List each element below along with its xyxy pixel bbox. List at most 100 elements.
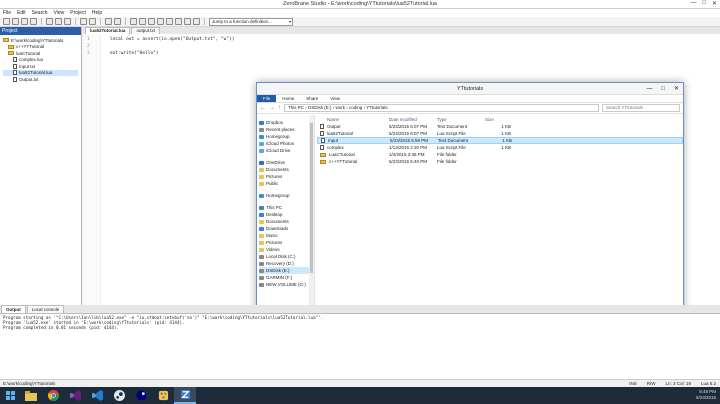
stop-icon[interactable] (148, 18, 155, 25)
nav-item[interactable]: Homegroup (259, 133, 312, 140)
step-over-icon[interactable] (166, 18, 173, 25)
step-out-icon[interactable] (175, 18, 182, 25)
nav-item[interactable]: Videos (259, 246, 312, 253)
file-row[interactable]: c++YTTutorial 5/23/2015 5:40 PM File folde… (317, 158, 683, 165)
file-row[interactable]: Output 5/23/2015 6:07 PM Text Document 1 KB (317, 123, 683, 130)
close-button[interactable]: ✕ (712, 0, 717, 7)
project-tree-item[interactable]: Output.txt (3, 76, 78, 83)
replace-icon[interactable] (114, 18, 121, 25)
file-explorer-icon[interactable] (20, 387, 42, 404)
explorer-close-button[interactable]: ✕ (674, 83, 679, 95)
file-explorer-window: YTtutorials — □ ✕ File Home Share View ←… (256, 82, 684, 322)
save-all-icon[interactable] (30, 18, 37, 25)
file-name-cell: c++YTTutorial (317, 159, 389, 164)
file-row[interactable]: LuaCTutorial 1/4/2015 3:45 PM File folder (317, 151, 683, 158)
nav-item[interactable]: Recent places (259, 126, 312, 133)
nav-item[interactable]: Downloads (259, 225, 312, 232)
forward-arrow-icon[interactable]: → (269, 105, 275, 111)
break-icon[interactable] (184, 18, 191, 25)
output-console[interactable]: Program starting as '"C:\Users\Ian\lib\l… (0, 313, 720, 379)
nav-item[interactable]: DSDisk (E:) (259, 267, 312, 274)
maximize-button[interactable]: □ (702, 0, 706, 7)
new-file-icon[interactable] (3, 18, 10, 25)
column-size[interactable]: Size (485, 117, 515, 122)
nav-item-icon (259, 167, 264, 172)
chrome-icon[interactable] (42, 387, 64, 404)
scrollbar-thumb[interactable] (310, 123, 313, 273)
nav-item[interactable]: Local Disk (C:) (259, 253, 312, 260)
copy-icon[interactable] (55, 18, 62, 25)
menu-view[interactable]: View (54, 10, 65, 16)
step-into-icon[interactable] (157, 18, 164, 25)
cut-icon[interactable] (46, 18, 53, 25)
menu-edit[interactable]: Edit (17, 10, 26, 16)
nav-item[interactable]: Pictures (259, 173, 312, 180)
menu-search[interactable]: Search (32, 10, 48, 16)
nav-item[interactable]: OneDrive (259, 159, 312, 166)
menu-file[interactable]: File (3, 10, 11, 16)
zerobrane-icon[interactable] (174, 387, 196, 404)
address-bar[interactable]: This PC › DSDisk (E:) › work › coding › … (284, 104, 599, 112)
nav-item[interactable]: Documents (259, 166, 312, 173)
nav-item-icon (259, 127, 264, 132)
nav-item[interactable]: Documents (259, 218, 312, 225)
nav-item[interactable]: NEW VOLUME (G:) (259, 281, 312, 288)
menu-help[interactable]: Help (92, 10, 102, 16)
debug-icon[interactable] (139, 18, 146, 25)
lua-icon[interactable] (130, 387, 152, 404)
up-arrow-icon[interactable]: ↑ (278, 105, 281, 111)
redo-icon[interactable] (89, 18, 96, 25)
find-icon[interactable] (105, 18, 112, 25)
save-icon[interactable] (21, 18, 28, 25)
file-list-header: Name Date modified Type Size (317, 115, 683, 123)
file-row[interactable]: complex 1/13/2015 2:30 PM Lua Script File 1… (317, 144, 683, 151)
nav-item[interactable]: GARMIN (F:) (259, 274, 312, 281)
column-date-modified[interactable]: Date modified (389, 117, 437, 122)
ribbon-tab-share[interactable]: Share (300, 95, 324, 102)
nav-item[interactable]: Dropbox (259, 119, 312, 126)
toggle-breakpoint-icon[interactable] (193, 18, 200, 25)
nav-item[interactable]: Homegroup (259, 192, 312, 199)
nav-item[interactable]: Music (259, 232, 312, 239)
nav-item[interactable]: iCloud Photos (259, 140, 312, 147)
explorer-maximize-button[interactable]: □ (661, 83, 665, 95)
ribbon-tab-home[interactable]: Home (276, 95, 300, 102)
tab-output-txt[interactable]: output.txt (131, 27, 160, 34)
paste-icon[interactable] (64, 18, 71, 25)
undo-icon[interactable] (80, 18, 87, 25)
file-date: 5/23/2015 6:07 PM (389, 131, 428, 136)
nav-item[interactable]: Recovery (D:) (259, 260, 312, 267)
run-icon[interactable] (130, 18, 137, 25)
ribbon-tab-view[interactable]: View (324, 95, 346, 102)
open-file-icon[interactable] (12, 18, 19, 25)
function-dropdown[interactable]: Jump to a function definition... ▾ (209, 17, 293, 26)
tab-output[interactable]: Output (1, 305, 26, 313)
visual-studio-icon[interactable] (64, 387, 86, 404)
nav-item[interactable]: Pictures (259, 239, 312, 246)
file-row[interactable]: Input 5/23/2015 5:59 PM Text Document 1 KB (317, 137, 683, 144)
paint-icon[interactable] (152, 387, 174, 404)
explorer-minimize-button[interactable]: — (646, 83, 652, 95)
navigation-scrollbar[interactable] (309, 115, 314, 311)
nav-item[interactable]: This PC (259, 204, 312, 211)
back-arrow-icon[interactable]: ← (260, 105, 266, 111)
file-row[interactable]: lua52Tutorial 5/23/2015 6:07 PM Lua Script… (317, 130, 683, 137)
start-button[interactable] (0, 387, 20, 404)
nav-item[interactable]: Public (259, 180, 312, 187)
minimize-button[interactable]: — (690, 0, 696, 7)
tab-lua52tutorial[interactable]: lua52Tutorial.lua (85, 27, 131, 34)
steam-icon[interactable] (108, 387, 130, 404)
nav-item[interactable]: iCloud Drive (259, 147, 312, 154)
nav-item[interactable]: Desktop (259, 211, 312, 218)
status-interpreter[interactable]: Lua 5.2 (701, 381, 716, 386)
nav-item-label: OneDrive (266, 160, 286, 165)
column-type[interactable]: Type (437, 117, 485, 122)
column-name[interactable]: Name (317, 117, 389, 122)
menu-project[interactable]: Project (70, 10, 86, 16)
title-bar: ZeroBrane Studio - E:\work\coding\YTtuto… (0, 0, 720, 9)
ribbon-tab-file[interactable]: File (257, 95, 277, 102)
system-tray[interactable]: 8:48 PM 5/23/2015 (696, 389, 716, 401)
visual-studio-code-icon[interactable] (86, 387, 108, 404)
search-input[interactable]: Search YTtutorials (602, 104, 680, 112)
tab-local-console[interactable]: Local console (26, 305, 65, 313)
